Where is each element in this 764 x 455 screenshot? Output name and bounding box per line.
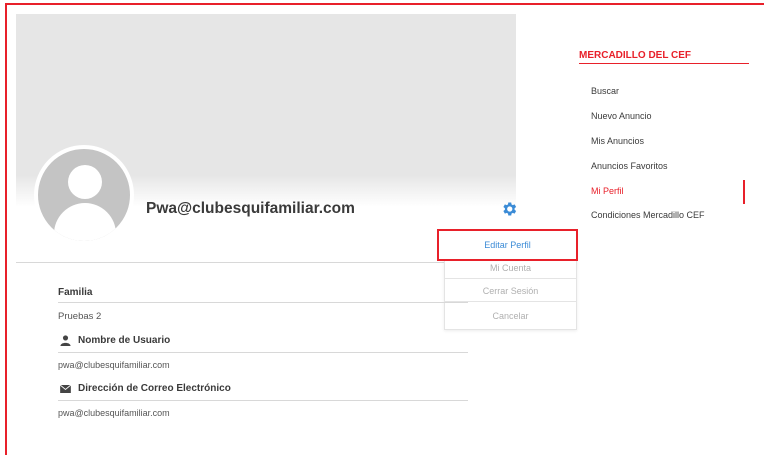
field-divider — [58, 400, 468, 401]
sidebar-item-condiciones[interactable]: Condiciones Mercadillo CEF — [591, 210, 705, 220]
dropdown-divider — [445, 278, 576, 279]
sidebar-item-buscar[interactable]: Buscar — [591, 86, 619, 96]
avatar[interactable] — [34, 145, 134, 245]
field-divider — [58, 352, 468, 353]
email-label: Dirección de Correo Electrónico — [78, 383, 231, 394]
sidebar-title-underline — [579, 63, 749, 64]
username-label: Nombre de Usuario — [78, 335, 171, 346]
menu-item-edit-profile[interactable]: Editar Perfil — [437, 229, 578, 261]
sidebar-active-marker — [743, 180, 745, 204]
edit-profile-label: Editar Perfil — [484, 240, 531, 250]
gear-icon[interactable] — [500, 200, 518, 218]
group-label: Familia — [58, 287, 93, 298]
user-icon — [60, 335, 71, 346]
menu-item-cancel[interactable]: Cancelar — [445, 311, 576, 321]
envelope-icon — [60, 385, 71, 393]
email-value: pwa@clubesquifamiliar.com — [58, 408, 170, 418]
field-divider — [58, 302, 468, 303]
menu-item-my-account[interactable]: Mi Cuenta — [445, 263, 576, 273]
profile-username: Pwa@clubesquifamiliar.com — [146, 200, 355, 217]
sidebar-item-anuncios-favoritos[interactable]: Anuncios Favoritos — [591, 161, 668, 171]
group-value: Pruebas 2 — [58, 311, 102, 322]
menu-item-logout[interactable]: Cerrar Sesión — [445, 286, 576, 296]
username-value: pwa@clubesquifamiliar.com — [58, 360, 170, 370]
avatar-head-shape — [68, 165, 102, 199]
avatar-body-shape — [54, 203, 116, 241]
sidebar-item-mis-anuncios[interactable]: Mis Anuncios — [591, 136, 644, 146]
sidebar-title: MERCADILLO DEL CEF — [579, 50, 692, 61]
sidebar-item-nuevo-anuncio[interactable]: Nuevo Anuncio — [591, 111, 652, 121]
sidebar-item-mi-perfil[interactable]: Mi Perfil — [591, 186, 624, 196]
cover-mask — [516, 14, 576, 224]
